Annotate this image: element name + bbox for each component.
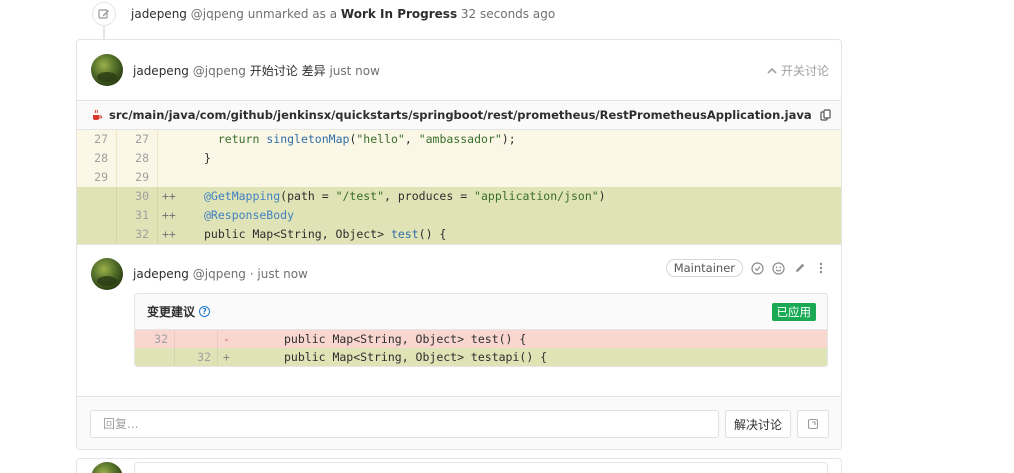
discussion-action: 开始讨论 [249,63,298,78]
diff-marker [158,149,176,168]
new-line-number[interactable]: 32 [117,225,158,244]
java-file-icon [93,109,102,120]
suggestion-title: 变更建议 [147,305,196,319]
new-line-number[interactable]: 29 [117,168,158,187]
discussion-header: jadepeng @jqpeng 开始讨论 差异 just now 开关讨论 [77,40,841,100]
file-path[interactable]: src/main/java/com/github/jenkinsx/quicks… [109,108,812,122]
avatar[interactable] [91,258,123,290]
diff-link[interactable]: 差异 [302,64,326,78]
code-content [176,168,204,187]
toggle-discussion-label: 开关讨论 [780,64,829,78]
reply-author[interactable]: jadepeng [133,267,189,281]
discussion-card: jadepeng @jqpeng 开始讨论 差异 just now 开关讨论 s… [76,39,842,450]
new-line-number: 32 [175,348,218,366]
diff-marker: ++ [162,208,176,222]
old-line-number[interactable] [77,225,117,244]
pencil-square-icon [92,2,116,26]
discussion-time: just now [329,63,380,78]
diff-marker: - [223,332,230,346]
code-content: public Map<String, Object> test() { [284,332,527,346]
new-line-number[interactable]: 28 [117,149,158,168]
diff-marker [158,168,176,187]
suggestion-line-added: 32 + public Map<String, Object> testapi(… [135,348,827,366]
reply-note: jadepeng @jqpeng · just now Maintainer 变… [77,244,841,392]
resolve-check-icon[interactable] [751,261,764,275]
discussion-meta: jadepeng @jqpeng 开始讨论 差异 just now [133,62,380,79]
old-line-number[interactable] [77,187,117,206]
diff-line: 29 29 [77,168,841,187]
emoji-smiley-icon[interactable] [772,261,785,275]
new-line-number[interactable]: 30 [117,187,158,206]
diff-line: 27 27 return singletonMap("hello", "amba… [77,130,841,149]
system-note-action: unmarked as a [247,7,338,21]
system-note-status: Work In Progress [340,7,458,21]
reply-meta: jadepeng @jqpeng · just now [133,267,308,281]
system-note-username[interactable]: @jqpeng [191,7,244,21]
old-line-number: 32 [135,330,175,348]
timeline-line [103,26,105,40]
reply-bar: 回复... 解决讨论 [77,396,841,449]
diff-code: 27 27 return singletonMap("hello", "amba… [77,130,841,244]
diff-line: 28 28 } [77,149,841,168]
reply-input[interactable]: 回复... [90,410,719,438]
reply-time: · just now [249,267,308,281]
create-issue-button[interactable] [797,410,829,438]
system-note-author[interactable]: jadepeng [131,7,187,21]
new-line-number[interactable]: 31 [117,206,158,225]
file-header: src/main/java/com/github/jenkinsx/quicks… [77,100,841,130]
diff-marker [158,130,176,149]
code-content: public Map<String, Object> testapi() { [284,350,548,364]
old-line-number[interactable] [77,206,117,225]
new-line-number [175,330,218,348]
discussion-author[interactable]: jadepeng [133,64,189,78]
code-content: @ResponseBody [204,208,295,222]
system-note-time: 32 seconds ago [460,7,556,21]
applied-badge: 已应用 [771,303,816,321]
diff-line: 32 ++ public Map<String, Object> test() … [77,225,841,244]
suggestion-box: 变更建议 ? 已应用 32 - public Map<String, Objec… [134,293,828,367]
chevron-up-icon [767,67,777,74]
issue-icon [807,418,819,430]
system-note: jadepeng @jqpeng unmarked as a Work In P… [92,0,555,28]
new-line-number[interactable]: 27 [117,130,158,149]
diff-marker: ++ [162,227,176,241]
code-content: } [204,151,211,165]
code-content: return singletonMap("hello", "ambassador… [217,132,516,146]
toggle-discussion-button[interactable]: 开关讨论 [767,62,829,79]
copy-icon[interactable] [819,109,832,121]
old-line-number[interactable]: 28 [77,149,117,168]
note-actions: Maintainer [665,259,827,277]
suggestion-line-removed: 32 - public Map<String, Object> test() { [135,330,827,348]
resolve-discussion-button[interactable]: 解决讨论 [725,410,791,438]
old-line-number [135,348,175,366]
old-line-number[interactable]: 27 [77,130,117,149]
avatar[interactable] [91,54,123,86]
next-discussion-body [134,462,828,473]
suggestion-header: 变更建议 ? 已应用 [135,294,827,330]
reply-username[interactable]: @jqpeng [193,267,246,281]
role-badge: Maintainer [665,259,743,277]
diff-marker: + [223,350,230,364]
system-note-text: jadepeng @jqpeng unmarked as a Work In P… [131,7,555,21]
diff-line: 31 ++ @ResponseBody [77,206,841,225]
discussion-username[interactable]: @jqpeng [193,64,246,78]
diff-marker: ++ [162,189,176,203]
pencil-edit-icon[interactable] [793,262,806,275]
diff-line: 30 ++ @GetMapping(path = "/test", produc… [77,187,841,206]
code-content: @GetMapping(path = "/test", produces = "… [204,189,606,203]
more-vertical-icon[interactable] [814,262,827,275]
code-content: public Map<String, Object> test() { [204,227,447,241]
help-question-icon[interactable]: ? [199,306,211,317]
old-line-number[interactable]: 29 [77,168,117,187]
